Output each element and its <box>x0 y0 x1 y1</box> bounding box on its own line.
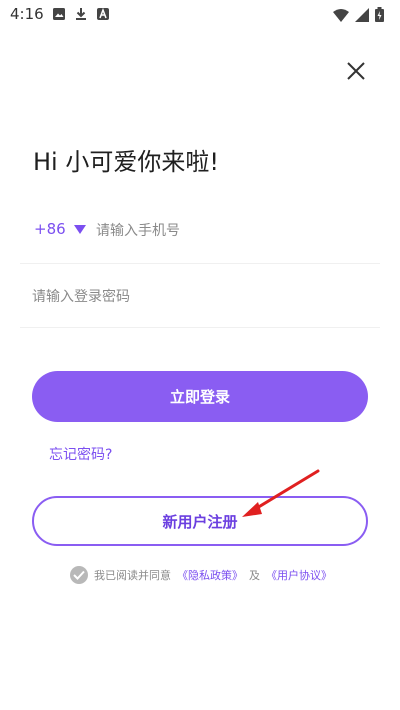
status-icons-right <box>333 7 384 22</box>
image-icon <box>53 8 65 20</box>
register-button[interactable]: 新用户注册 <box>32 496 368 546</box>
phone-row: +86 <box>20 206 380 264</box>
password-input[interactable] <box>32 284 362 310</box>
password-row <box>20 270 380 328</box>
country-code-label: +86 <box>34 220 66 238</box>
agreement-checkbox[interactable] <box>70 566 88 584</box>
agreement-prefix: 我已阅读并同意 <box>94 569 171 582</box>
signal-icon <box>355 7 369 22</box>
privacy-policy-link[interactable]: 《隐私政策》 <box>177 567 243 583</box>
annotation-arrow <box>242 469 320 517</box>
agreement-row: 我已阅读并同意 《隐私政策》 及 《用户协议》 <box>70 566 332 584</box>
page-title: Hi 小可爱你来啦! <box>33 148 219 176</box>
country-code-selector[interactable]: +86 <box>34 220 86 238</box>
close-icon <box>347 62 365 80</box>
wifi-icon <box>333 8 349 22</box>
app-icon <box>97 7 109 20</box>
user-agreement-link[interactable]: 《用户协议》 <box>266 567 332 583</box>
status-icons-left <box>52 7 110 21</box>
download-icon <box>76 8 86 20</box>
battery-icon <box>375 7 384 22</box>
phone-input[interactable] <box>96 218 366 244</box>
login-button[interactable]: 立即登录 <box>32 371 368 422</box>
agreement-and: 及 <box>249 569 260 582</box>
triangle-down-icon <box>73 224 86 234</box>
status-bar: 4:16 <box>0 0 400 28</box>
check-icon <box>73 570 85 580</box>
forgot-password-link[interactable]: 忘记密码? <box>49 444 112 464</box>
close-button[interactable] <box>343 58 369 84</box>
status-time: 4:16 <box>10 5 44 23</box>
